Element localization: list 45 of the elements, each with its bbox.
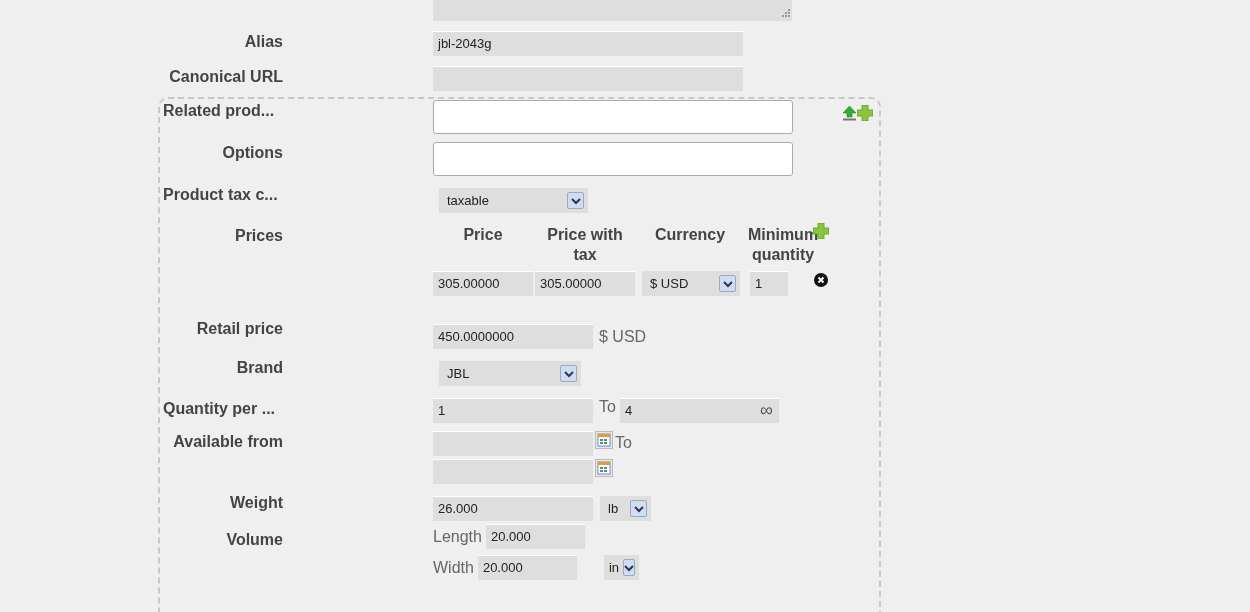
- infinity-icon[interactable]: ∞: [760, 400, 773, 421]
- currency-dropdown[interactable]: $ USD: [642, 271, 740, 296]
- resize-grip-icon[interactable]: [780, 9, 790, 19]
- dimension-label: Length: [433, 527, 482, 546]
- column-header: Currency: [653, 225, 727, 245]
- field-label: Quantity per ...: [163, 399, 276, 419]
- price-input[interactable]: 450.0000000: [433, 324, 593, 349]
- field-label: Volume: [225, 530, 283, 550]
- field-label: Brand: [235, 358, 283, 378]
- currency-label: $ USD: [599, 327, 647, 346]
- dropdown[interactable]: taxable: [439, 188, 588, 213]
- to-label: To: [599, 398, 616, 416]
- column-header: Price: [462, 225, 504, 245]
- text-input[interactable]: [433, 142, 793, 176]
- weight-input[interactable]: 26.000: [433, 496, 593, 521]
- calendar-icon[interactable]: [595, 459, 613, 477]
- field-label: Options: [221, 143, 283, 163]
- field-label: Available from: [172, 432, 283, 452]
- date-input[interactable]: [433, 459, 593, 484]
- dimension-label: Width: [433, 558, 474, 577]
- dimension-input[interactable]: 20.000: [477, 555, 577, 580]
- field-label: Weight: [228, 493, 283, 513]
- quantity-input[interactable]: 1: [433, 398, 593, 423]
- text-input[interactable]: jbl-2043g: [433, 31, 743, 56]
- dimension-input[interactable]: 20.000: [485, 524, 585, 549]
- column-header: Price with tax: [546, 225, 624, 265]
- price-input[interactable]: 305.00000: [535, 271, 635, 296]
- text-input[interactable]: [433, 100, 793, 134]
- unit-dropdown[interactable]: lb: [600, 496, 651, 521]
- column-header: Minimum quantity: [746, 225, 820, 265]
- field-label: Prices: [233, 226, 283, 246]
- price-input[interactable]: 305.00000: [433, 271, 533, 296]
- field-label: Canonical URL: [168, 67, 283, 87]
- remove-icon[interactable]: [814, 273, 828, 287]
- date-input[interactable]: [433, 431, 593, 456]
- dropdown[interactable]: JBL: [439, 361, 581, 386]
- to-label: To: [615, 434, 632, 452]
- field-label: Alias: [243, 32, 283, 52]
- upload-icon[interactable]: [842, 105, 857, 121]
- unit-dropdown[interactable]: in: [603, 555, 639, 580]
- field-label: Related prod...: [163, 101, 276, 121]
- field-label: Product tax c...: [163, 185, 279, 205]
- calendar-icon[interactable]: [595, 431, 613, 449]
- quantity-input[interactable]: 1: [750, 271, 788, 296]
- field-label: Retail price: [195, 319, 283, 339]
